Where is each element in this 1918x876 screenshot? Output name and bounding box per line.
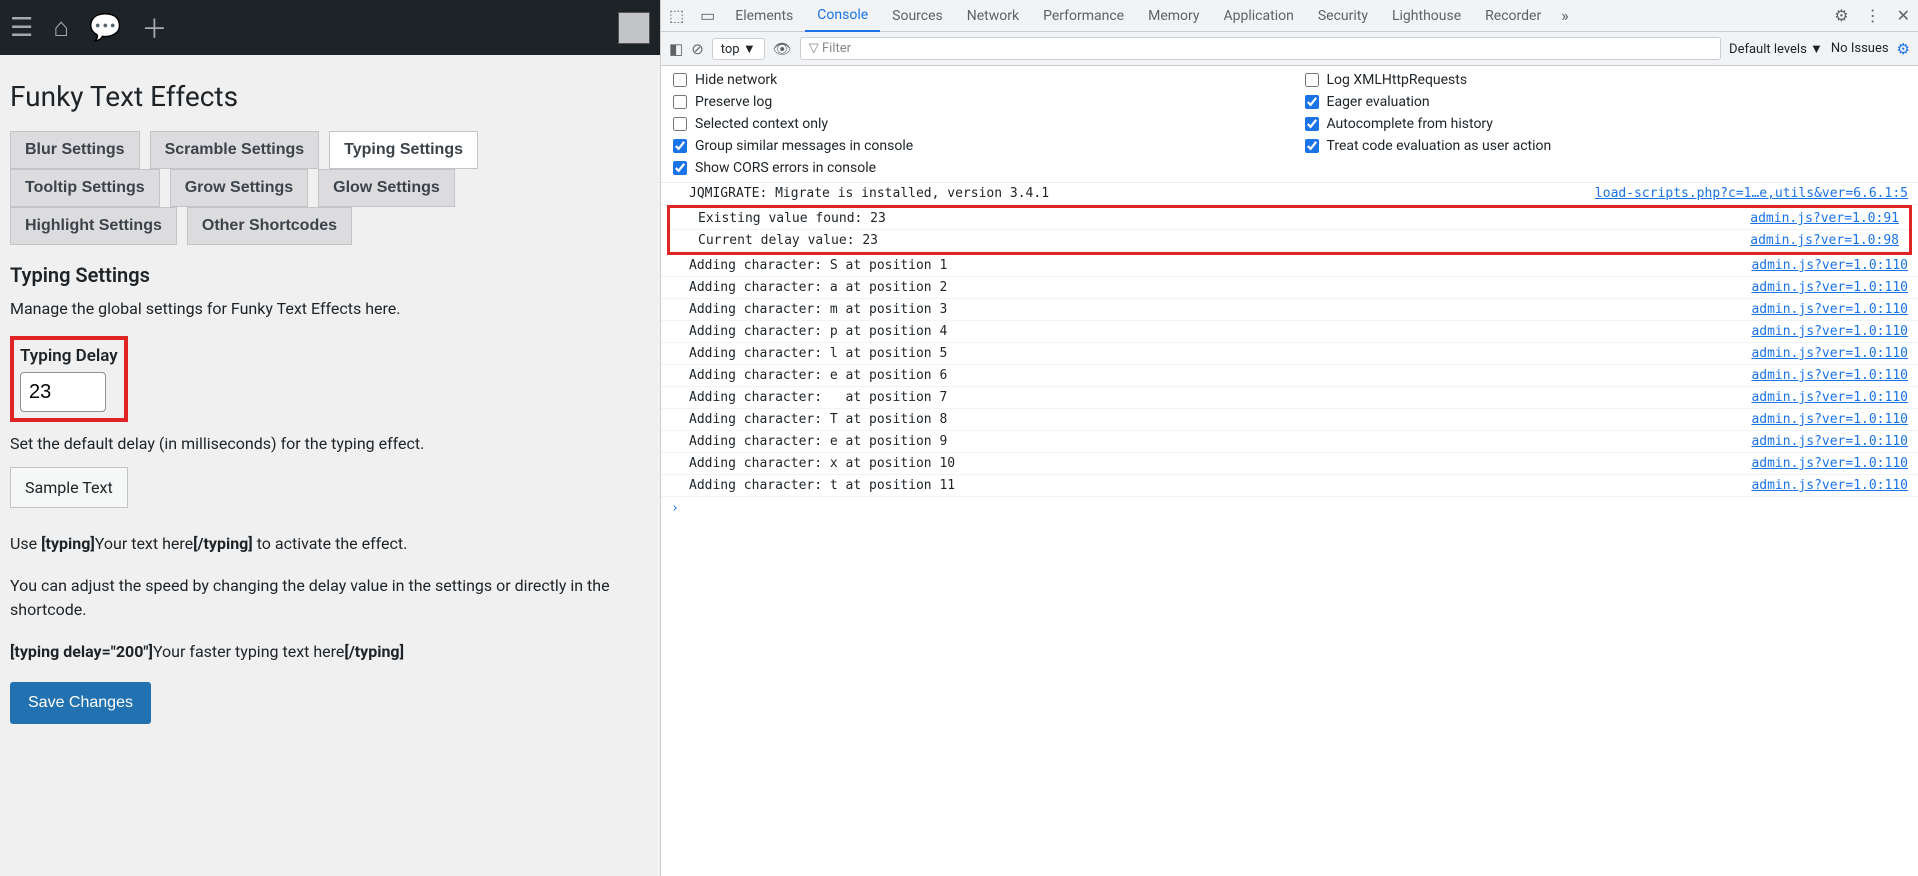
console-line: Adding character: S at position 1admin.j…	[661, 255, 1918, 277]
admin-bar: ☰ ⌂ 💬 ＋	[0, 0, 660, 55]
check-group-similar-messages-in-console[interactable]: Group similar messages in console	[673, 138, 1275, 154]
devtools-tab-application[interactable]: Application	[1212, 1, 1306, 31]
settings-icon[interactable]: ⚙	[1826, 6, 1856, 25]
devtools-tab-lighthouse[interactable]: Lighthouse	[1380, 1, 1473, 31]
check-eager-evaluation[interactable]: Eager evaluation	[1305, 94, 1907, 110]
close-icon[interactable]: ✕	[1889, 6, 1918, 25]
home-icon[interactable]: ⌂	[53, 12, 69, 43]
field-help: Set the default delay (in milliseconds) …	[10, 434, 650, 453]
console-line: Adding character: x at position 10admin.…	[661, 453, 1918, 475]
source-link[interactable]: admin.js?ver=1.0:110	[1751, 390, 1908, 405]
source-link[interactable]: admin.js?ver=1.0:91	[1750, 211, 1899, 226]
avatar[interactable]	[618, 12, 650, 44]
source-link[interactable]: admin.js?ver=1.0:110	[1751, 302, 1908, 317]
check-autocomplete-from-history[interactable]: Autocomplete from history	[1305, 116, 1907, 132]
console-settings-checks: Hide network Log XMLHttpRequests Preserve …	[661, 66, 1918, 183]
devtools-tab-performance[interactable]: Performance	[1031, 1, 1136, 31]
clear-console-icon[interactable]: ⊘	[691, 40, 704, 58]
source-link[interactable]: admin.js?ver=1.0:110	[1751, 478, 1908, 493]
highlighted-lines: Existing value found: 23admin.js?ver=1.0…	[667, 205, 1912, 255]
console-prompt[interactable]: ›	[661, 497, 1918, 520]
console-toolbar: ◧ ⊘ top ▼ 👁 ▽ Filter Default levels ▼ No…	[661, 32, 1918, 66]
section-title: Typing Settings	[10, 263, 650, 287]
wordpress-panel: ☰ ⌂ 💬 ＋ Funky Text Effects Blur Settings…	[0, 0, 660, 876]
console-line: Adding character: a at position 2admin.j…	[661, 277, 1918, 299]
devtools-tab-network[interactable]: Network	[955, 1, 1031, 31]
source-link[interactable]: admin.js?ver=1.0:110	[1751, 258, 1908, 273]
source-link[interactable]: load-scripts.php?c=1…e,utils&ver=6.6.1:5	[1595, 186, 1908, 201]
add-icon[interactable]: ＋	[141, 9, 167, 46]
check-preserve-log[interactable]: Preserve log	[673, 94, 1275, 110]
source-link[interactable]: admin.js?ver=1.0:98	[1750, 233, 1899, 248]
console-line: Adding character: m at position 3admin.j…	[661, 299, 1918, 321]
console-line: Adding character: t at position 11admin.…	[661, 475, 1918, 497]
devtools-tab-console[interactable]: Console	[805, 0, 880, 32]
console-line: Existing value found: 23admin.js?ver=1.0…	[670, 208, 1909, 230]
device-icon[interactable]: ▭	[692, 6, 723, 25]
tab-glow-settings[interactable]: Glow Settings	[318, 169, 455, 207]
tab-grow-settings[interactable]: Grow Settings	[170, 169, 308, 207]
log-levels[interactable]: Default levels ▼	[1729, 41, 1823, 57]
source-link[interactable]: admin.js?ver=1.0:110	[1751, 280, 1908, 295]
page-title: Funky Text Effects	[10, 80, 650, 113]
console-line: Current delay value: 23admin.js?ver=1.0:…	[670, 230, 1909, 252]
check-log-xmlhttprequests[interactable]: Log XMLHttpRequests	[1305, 72, 1907, 88]
tab-highlight-settings[interactable]: Highlight Settings	[10, 207, 177, 245]
save-button[interactable]: Save Changes	[10, 682, 151, 724]
check-show-cors-errors-in-console[interactable]: Show CORS errors in console	[673, 160, 1275, 176]
source-link[interactable]: admin.js?ver=1.0:110	[1751, 434, 1908, 449]
typing-delay-label: Typing Delay	[20, 346, 118, 366]
live-expression-icon[interactable]: 👁	[773, 40, 792, 58]
typing-delay-input[interactable]	[20, 372, 106, 412]
adjust-text: You can adjust the speed by changing the…	[10, 574, 650, 622]
tab-scramble-settings[interactable]: Scramble Settings	[150, 131, 320, 169]
devtools-tab-memory[interactable]: Memory	[1136, 1, 1211, 31]
devtools-tab-sources[interactable]: Sources	[880, 1, 955, 31]
kebab-icon[interactable]: ⋮	[1857, 6, 1889, 25]
console-line: Adding character: l at position 5admin.j…	[661, 343, 1918, 365]
check-selected-context-only[interactable]: Selected context only	[673, 116, 1275, 132]
tab-other-shortcodes[interactable]: Other Shortcodes	[187, 207, 352, 245]
devtools-tab-security[interactable]: Security	[1306, 1, 1380, 31]
console-line: JQMIGRATE: Migrate is installed, version…	[661, 183, 1918, 205]
console-line: Adding character: p at position 4admin.j…	[661, 321, 1918, 343]
source-link[interactable]: admin.js?ver=1.0:110	[1751, 346, 1908, 361]
console-output: JQMIGRATE: Migrate is installed, version…	[661, 183, 1918, 876]
console-settings-icon[interactable]: ⚙	[1897, 40, 1910, 58]
comment-icon[interactable]: 💬	[89, 13, 121, 43]
tab-typing-settings[interactable]: Typing Settings	[329, 131, 478, 169]
devtools-tabs: ⬚ ▭ ElementsConsoleSourcesNetworkPerform…	[661, 0, 1918, 32]
sidebar-toggle-icon[interactable]: ◧	[669, 40, 683, 58]
issues-link[interactable]: No Issues	[1831, 41, 1889, 56]
filter-input[interactable]: ▽ Filter	[800, 37, 1721, 60]
tab-tooltip-settings[interactable]: Tooltip Settings	[10, 169, 160, 207]
console-line: Adding character: at position 7admin.js?…	[661, 387, 1918, 409]
source-link[interactable]: admin.js?ver=1.0:110	[1751, 324, 1908, 339]
devtools-tab-recorder[interactable]: Recorder	[1473, 1, 1553, 31]
context-selector[interactable]: top ▼	[712, 38, 765, 60]
more-tabs-icon[interactable]: »	[1553, 6, 1577, 25]
source-link[interactable]: admin.js?ver=1.0:110	[1751, 456, 1908, 471]
example-text: [typing delay="200"]Your faster typing t…	[10, 640, 650, 664]
menu-icon[interactable]: ☰	[10, 13, 33, 43]
console-line: Adding character: T at position 8admin.j…	[661, 409, 1918, 431]
console-line: Adding character: e at position 6admin.j…	[661, 365, 1918, 387]
typing-delay-field: Typing Delay	[10, 336, 128, 422]
check-treat-code-evaluation-as-user-action[interactable]: Treat code evaluation as user action	[1305, 138, 1907, 154]
sample-text: Sample Text	[10, 467, 128, 508]
section-description: Manage the global settings for Funky Tex…	[10, 299, 650, 318]
source-link[interactable]: admin.js?ver=1.0:110	[1751, 412, 1908, 427]
source-link[interactable]: admin.js?ver=1.0:110	[1751, 368, 1908, 383]
tab-blur-settings[interactable]: Blur Settings	[10, 131, 140, 169]
devtools-panel: ⬚ ▭ ElementsConsoleSourcesNetworkPerform…	[660, 0, 1918, 876]
devtools-tab-elements[interactable]: Elements	[723, 1, 805, 31]
usage-text: Use [typing]Your text here[/typing] to a…	[10, 532, 650, 556]
console-line: Adding character: e at position 9admin.j…	[661, 431, 1918, 453]
inspect-icon[interactable]: ⬚	[661, 6, 692, 25]
check-hide-network[interactable]: Hide network	[673, 72, 1275, 88]
